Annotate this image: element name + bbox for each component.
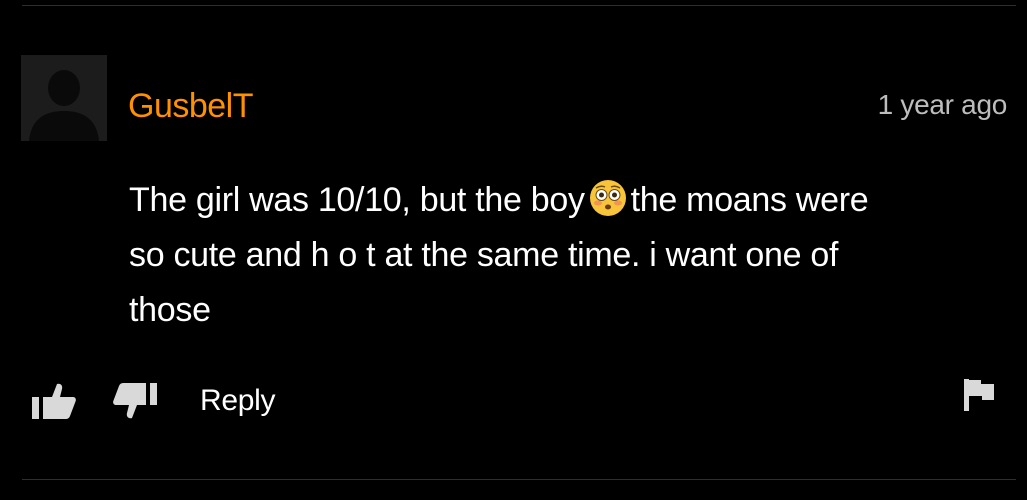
thumbs-up-icon[interactable] <box>31 382 77 420</box>
flag-icon[interactable] <box>963 378 995 412</box>
default-avatar-icon <box>21 55 107 141</box>
comment-author[interactable]: GusbelT <box>128 86 254 126</box>
comment-actions: Reply <box>31 376 276 426</box>
comment-timestamp: 1 year ago <box>877 89 1008 120</box>
avatar[interactable] <box>21 55 107 141</box>
top-divider <box>22 5 1016 6</box>
reply-button[interactable]: Reply <box>200 383 276 419</box>
bottom-divider <box>22 479 1016 480</box>
flushed-face-emoji-icon <box>589 179 627 217</box>
comment-line: so cute and h o t at the same time. i wa… <box>129 228 989 283</box>
comment-text: those <box>129 291 211 329</box>
comment-text: The girl was 10/10, but the boy <box>129 181 585 219</box>
comment-body: The girl was 10/10, but the boy the moan… <box>129 173 989 338</box>
comment-text: so cute and h o t at the same time. i wa… <box>129 236 839 274</box>
comment-line: The girl was 10/10, but the boy the moan… <box>129 173 989 228</box>
thumbs-down-icon[interactable] <box>112 382 158 420</box>
comment-line: those <box>129 283 989 338</box>
comment-text: the moans were <box>630 181 869 219</box>
